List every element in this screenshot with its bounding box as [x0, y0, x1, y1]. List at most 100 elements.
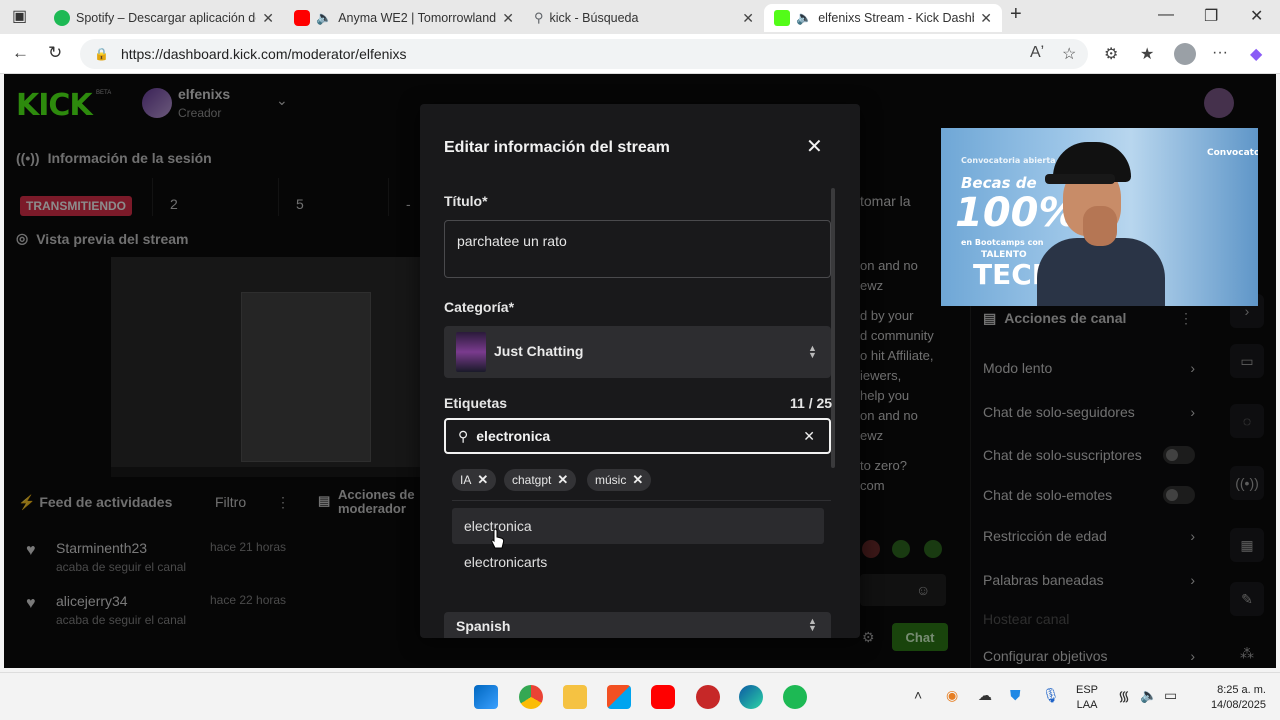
chat-text: ewz — [860, 428, 884, 443]
favorite-icon[interactable]: ☆ — [1062, 44, 1076, 64]
emote-icon[interactable] — [924, 540, 942, 558]
chevron-right-icon: › — [1190, 404, 1195, 420]
speaker-icon[interactable]: 🔈 — [316, 10, 332, 26]
remove-tag-icon[interactable]: ✕ — [632, 472, 643, 488]
stream-preview[interactable] — [111, 257, 421, 477]
rail-broadcast-icon[interactable]: ((•)) — [1230, 466, 1264, 500]
refresh-icon[interactable]: ↻ — [48, 43, 62, 63]
feed-user[interactable]: alicejerry34 — [56, 593, 128, 609]
chat-input[interactable] — [860, 574, 946, 606]
microphone-icon[interactable]: 🎙 — [1042, 687, 1060, 704]
feed-filter-button[interactable]: Filtro — [215, 494, 246, 510]
browser-tab-spotify[interactable]: Spotify – Descargar aplicación de ✕ — [44, 4, 284, 32]
channel-actions-header: ▤ Acciones de canal — [983, 310, 1126, 327]
rail-layout-icon[interactable]: ▦ — [1230, 528, 1264, 562]
action-label: Palabras baneadas — [983, 572, 1104, 588]
volume-icon[interactable]: 🔈 — [1140, 687, 1157, 704]
browser-tab-search[interactable]: ⚲ kick - Búsqueda ✕ — [524, 4, 764, 32]
tray-shield-icon[interactable]: ⛊ — [1010, 687, 1021, 704]
channel-action-goals[interactable]: Configurar objetivos › — [983, 648, 1195, 664]
minimize-icon[interactable]: — — [1158, 6, 1174, 24]
chevron-down-icon[interactable]: ⌄ — [276, 92, 288, 109]
windows-start-icon[interactable] — [474, 685, 498, 709]
restore-icon[interactable]: ❐ — [1204, 6, 1218, 26]
remove-tag-icon[interactable]: ✕ — [477, 472, 488, 488]
tray-cloud-icon[interactable]: ☁ — [978, 687, 992, 704]
app-icon[interactable] — [696, 685, 720, 709]
chat-send-button[interactable]: Chat — [892, 623, 948, 651]
channel-action-subscribers-only[interactable]: Chat de solo-suscriptores — [983, 446, 1195, 464]
battery-icon[interactable]: ▭ — [1164, 687, 1177, 704]
emote-icon[interactable] — [862, 540, 880, 558]
clock[interactable]: 8:25 a. m. 14/08/2025 — [1194, 683, 1266, 713]
rail-notes-icon[interactable]: ▭ — [1230, 344, 1264, 378]
channel-action-banned-words[interactable]: Palabras baneadas › — [983, 572, 1195, 588]
kick-logo[interactable]: KICK — [16, 88, 93, 123]
more-vertical-icon[interactable]: ⋮ — [276, 494, 290, 511]
close-icon[interactable]: ✕ — [806, 134, 823, 159]
tag-suggestion[interactable]: electronica — [452, 508, 824, 544]
browser-tab-kick[interactable]: 🔈 elfenixs Stream - Kick Dashbo ✕ — [764, 4, 1002, 32]
channel-icon: ▤ — [983, 310, 997, 326]
rail-more-icon[interactable]: ⁂ — [1230, 636, 1264, 668]
profile-avatar[interactable] — [1174, 43, 1196, 65]
rail-wrench-icon[interactable]: ✎ — [1230, 582, 1264, 616]
emotes-only-toggle[interactable] — [1163, 486, 1195, 504]
rail-chat-icon[interactable]: ◌ — [1230, 404, 1264, 438]
kick-icon — [774, 10, 790, 26]
browser-tab-youtube[interactable]: 🔈 Anyma WE2 | Tomorrowland ✕ — [284, 4, 524, 32]
search-icon: ⚲ — [534, 10, 544, 25]
more-icon[interactable]: ··· — [1212, 44, 1228, 62]
wifi-icon[interactable]: ᯾ — [1118, 687, 1130, 706]
chevron-up-icon[interactable]: ˄ — [914, 687, 922, 703]
hand-cursor-icon — [491, 528, 505, 549]
subscribers-only-toggle[interactable] — [1163, 446, 1195, 464]
close-icon[interactable]: ✕ — [742, 10, 754, 27]
user-avatar[interactable] — [1204, 88, 1234, 118]
url-field[interactable]: 🔒 https://dashboard.kick.com/moderator/e… — [80, 39, 1088, 69]
more-vertical-icon[interactable]: ⋮ — [1179, 310, 1193, 327]
category-value: Just Chatting — [494, 343, 584, 359]
close-icon[interactable]: ✕ — [980, 10, 992, 27]
file-explorer-icon[interactable] — [563, 685, 587, 709]
tag-suggestion[interactable]: electronicarts — [452, 544, 824, 580]
spotify-icon[interactable] — [783, 685, 807, 709]
streamer-hand — [1083, 206, 1117, 246]
edge-icon[interactable] — [739, 685, 763, 709]
feed-user[interactable]: Starminenth23 — [56, 540, 147, 556]
category-select[interactable]: Just Chatting ▲ ▼ — [444, 326, 831, 378]
emote-icon[interactable] — [892, 540, 910, 558]
new-tab-icon[interactable]: + — [1010, 3, 1022, 26]
speaker-icon[interactable]: 🔈 — [796, 10, 812, 26]
settings-icon[interactable]: ⚙ — [862, 629, 875, 646]
language-value: Spanish — [456, 618, 511, 634]
stream-title-input[interactable]: parchatee un rato — [444, 220, 831, 278]
close-icon[interactable]: ✕ — [502, 10, 514, 27]
read-aloud-icon[interactable]: Aʼ — [1030, 44, 1044, 62]
channel-action-slow-mode[interactable]: Modo lento › — [983, 360, 1195, 376]
copilot-icon[interactable]: ◆ — [1250, 44, 1262, 64]
store-icon[interactable] — [607, 685, 631, 709]
clear-icon[interactable]: ✕ — [803, 428, 815, 445]
language-indicator[interactable]: ESP LAA — [1076, 683, 1098, 713]
modal-scrollbar[interactable] — [831, 188, 835, 468]
channel-action-age-restriction[interactable]: Restricción de edad › — [983, 528, 1195, 544]
channel-actions-panel: ▤ Acciones de canal ⋮ Modo lento › Chat d… — [970, 298, 1200, 668]
tray-app-icon[interactable]: ◉ — [946, 687, 958, 704]
close-icon[interactable]: ✕ — [262, 10, 274, 27]
channel-action-emotes-only[interactable]: Chat de solo-emotes — [983, 486, 1195, 504]
channel-action-followers-only[interactable]: Chat de solo-seguidores › — [983, 404, 1195, 420]
language-select[interactable]: Spanish ▲ ▼ — [444, 612, 831, 638]
remove-tag-icon[interactable]: ✕ — [557, 472, 568, 488]
tag-search-input[interactable]: ⚲ electronica ✕ — [444, 418, 831, 454]
action-label: Modo lento — [983, 360, 1053, 376]
favorites-list-icon[interactable]: ★ — [1140, 44, 1154, 64]
youtube-icon[interactable] — [651, 685, 675, 709]
back-icon[interactable]: ← — [12, 43, 29, 63]
tab-title: elfenixs Stream - Kick Dashbo — [818, 11, 975, 25]
chrome-icon[interactable] — [519, 685, 543, 709]
extensions-icon[interactable]: ⚙ — [1104, 44, 1118, 64]
window-close-icon[interactable]: ✕ — [1250, 6, 1263, 26]
emoji-icon[interactable]: ☺ — [916, 582, 930, 598]
tab-actions-icon[interactable]: ▣ — [12, 6, 27, 26]
